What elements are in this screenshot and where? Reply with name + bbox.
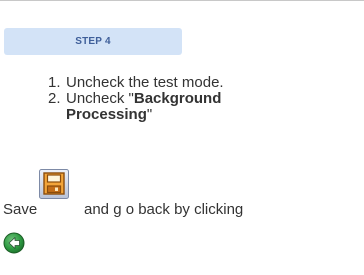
- save-instruction-prefix: Save: [3, 201, 38, 218]
- instruction-text-2: Uncheck "Background Processing": [66, 91, 348, 123]
- step-label: STEP 4: [75, 36, 111, 47]
- instruction-number-1: 1.: [48, 74, 61, 91]
- instruction-2-bold-1: Background: [133, 90, 222, 107]
- save-instruction-suffix: and g o back by clicking: [84, 201, 244, 218]
- instruction-2-bold-2: Processing: [66, 106, 147, 123]
- instruction-number-2: 2.: [48, 90, 61, 107]
- instruction-2-suffix: ": [146, 106, 153, 123]
- instructions-list: 1. Uncheck the test mode. 2. Uncheck "Ba…: [48, 75, 348, 123]
- instruction-item-1: 1. Uncheck the test mode.: [48, 75, 348, 91]
- instruction-2-prefix: Uncheck ": [66, 90, 134, 107]
- top-divider: [0, 0, 364, 1]
- step-badge: STEP 4: [4, 28, 182, 55]
- back-arrow-icon[interactable]: [3, 232, 25, 254]
- instruction-item-2: 2. Uncheck "Background Processing": [48, 91, 348, 123]
- save-icon[interactable]: [39, 169, 69, 199]
- instruction-text-1: Uncheck the test mode.: [66, 74, 224, 91]
